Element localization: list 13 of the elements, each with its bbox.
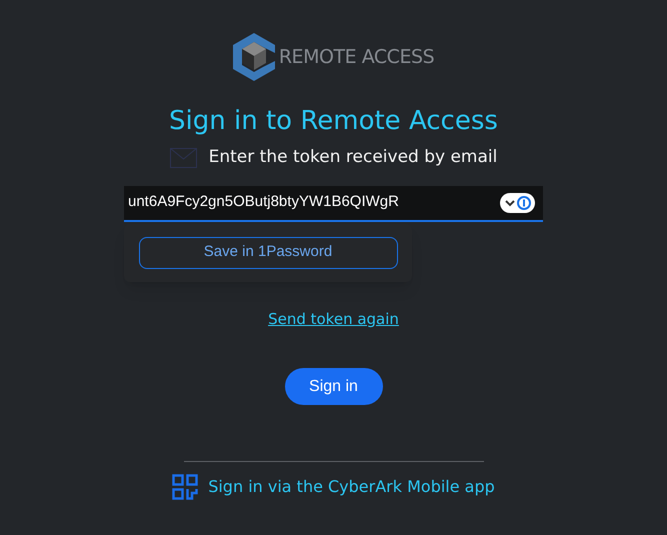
password-manager-icon[interactable] (500, 192, 535, 212)
sign-in-button[interactable]: Sign in (284, 368, 382, 405)
save-password-button[interactable]: Save in 1Password (138, 236, 398, 268)
envelope-icon (170, 148, 197, 168)
token-input[interactable]: unt6A9Fcy2gn5OButj8btyYW1B6QIWgR (128, 191, 500, 214)
logo-icon (232, 33, 275, 81)
instruction-text: Enter the token received by email (208, 146, 498, 169)
resend-token-link[interactable]: Send token again (268, 308, 399, 330)
logo-text: REMOTE ACCESS (278, 44, 434, 70)
qr-code-icon (172, 474, 198, 500)
token-field[interactable]: unt6A9Fcy2gn5OButj8btyYW1B6QIWgR (124, 186, 543, 222)
page-title: Sign in to Remote Access (169, 105, 498, 138)
mobile-app-link[interactable]: Sign in via the CyberArk Mobile app (208, 475, 495, 499)
